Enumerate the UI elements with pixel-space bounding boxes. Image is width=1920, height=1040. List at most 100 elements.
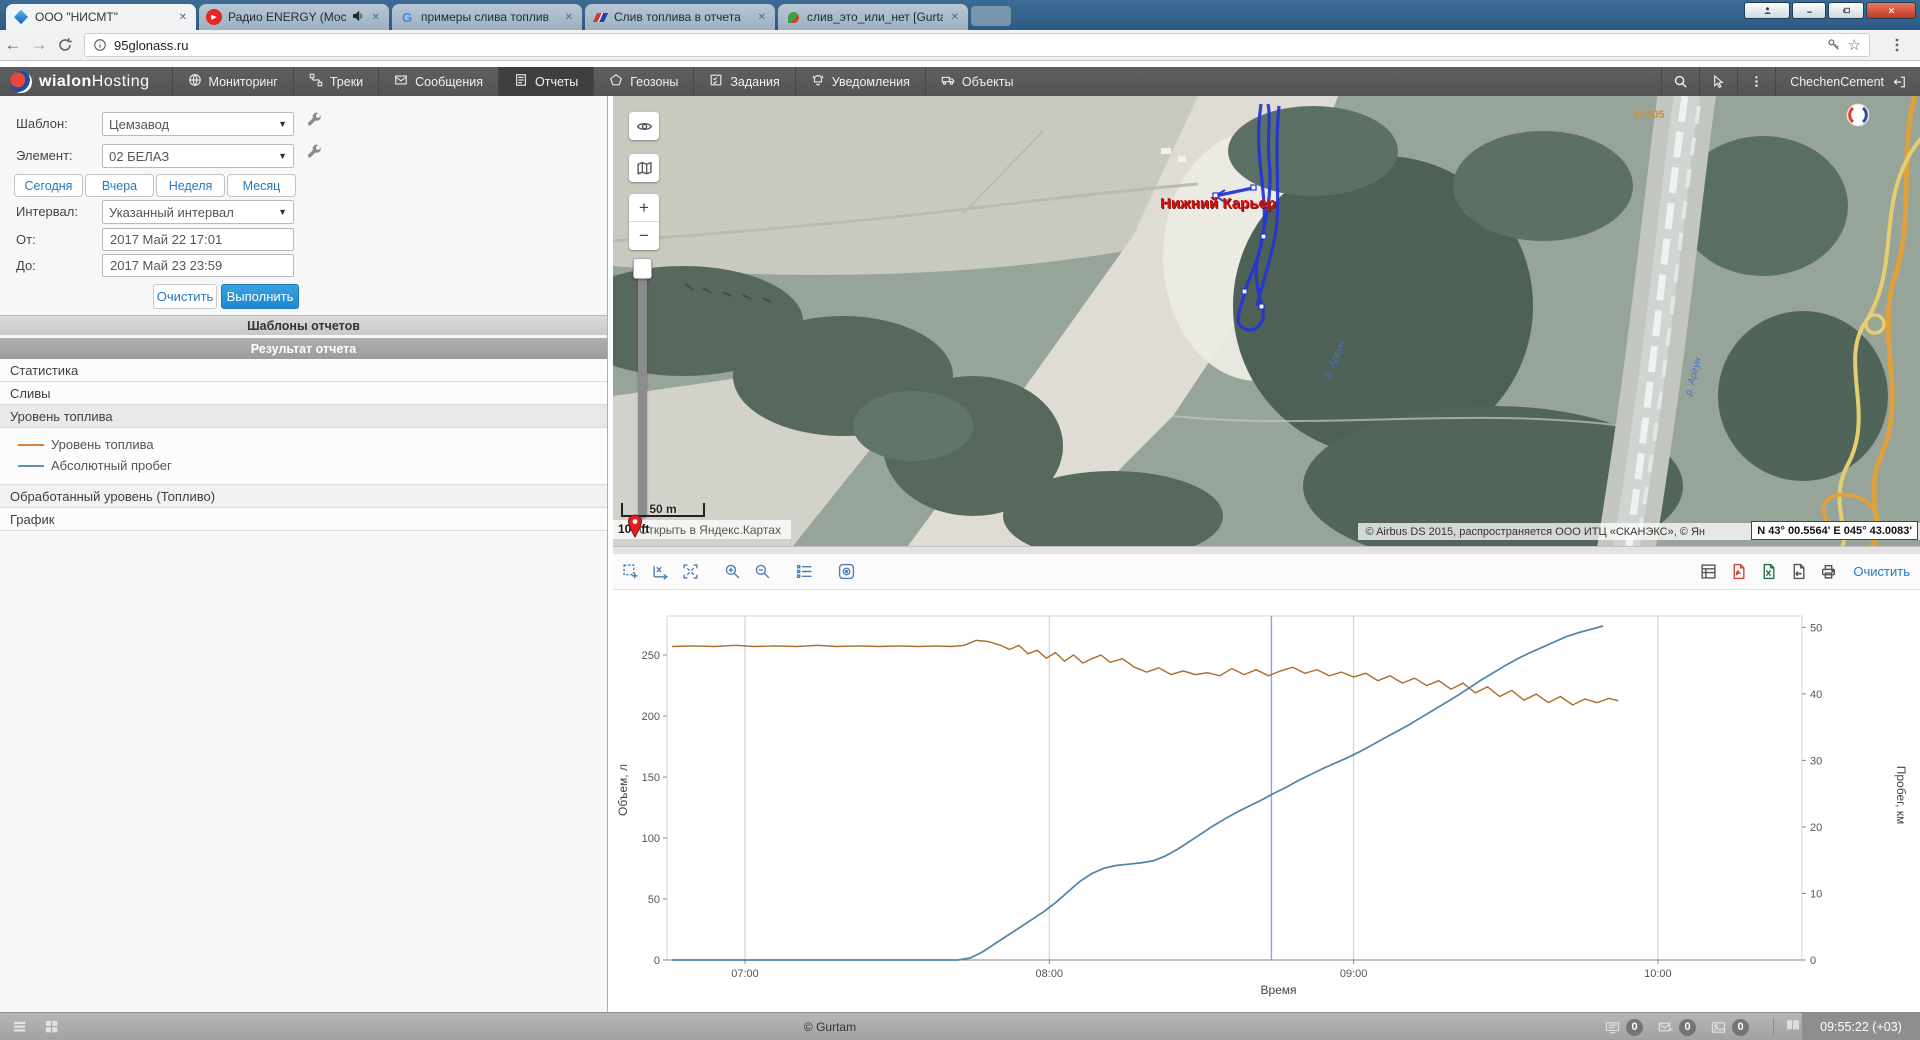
zoom-x-icon[interactable]	[647, 560, 673, 584]
more-menu-icon[interactable]	[1737, 67, 1775, 96]
clear-form-button[interactable]: Очистить	[153, 284, 217, 309]
template-select[interactable]: Цемзавод▼	[102, 112, 294, 136]
zoom-in-icon[interactable]	[719, 560, 745, 584]
zoom-select-icon[interactable]	[617, 560, 643, 584]
notification-counters: 000	[1604, 1019, 1763, 1036]
reload-icon[interactable]	[52, 32, 78, 58]
excel-icon[interactable]	[1755, 560, 1781, 584]
chart-tools-right: Очистить	[1691, 560, 1910, 584]
yandex-logo-icon[interactable]	[1847, 104, 1869, 126]
key-icon[interactable]	[1827, 38, 1841, 52]
monitor-message-icon	[1604, 1020, 1621, 1035]
right-axis-title: Пробег, км	[1894, 766, 1908, 824]
browser-tab[interactable]: ▶Радио ENERGY (Мос✕	[199, 4, 389, 30]
nav-item-уведомления[interactable]: Уведомления	[795, 67, 925, 96]
report-row[interactable]: Обработанный уровень (Топливо)	[0, 485, 607, 508]
nav-item-геозоны[interactable]: Геозоны	[593, 67, 693, 96]
zoom-in-button[interactable]: +	[629, 194, 659, 222]
forward-icon[interactable]: →	[26, 32, 52, 58]
bookmark-star-icon[interactable]: ☆	[1848, 36, 1861, 54]
tab-title: примеры слива топлив	[421, 10, 557, 24]
pen-favicon	[592, 9, 608, 25]
interval-value: Указанный интервал	[109, 205, 234, 220]
user-menu[interactable]: ChechenCement	[1775, 67, 1920, 96]
new-tab-button[interactable]	[971, 6, 1011, 26]
map-canvas[interactable]: Нижний Карьер Р-305 р. Аргун р. Аргун	[613, 96, 1920, 546]
browser-tab[interactable]: ООО "НИСМТ"✕	[6, 4, 196, 30]
chart-clear-link[interactable]: Очистить	[1853, 564, 1910, 579]
zoom-slider-handle[interactable]	[633, 258, 652, 279]
report-row[interactable]: График	[0, 508, 607, 531]
quick-interval-buttons: СегодняВчераНеделяМесяц	[14, 174, 296, 197]
pdf-icon[interactable]	[1725, 560, 1751, 584]
search-icon[interactable]	[1661, 67, 1699, 96]
site-info-icon[interactable]	[93, 38, 107, 52]
legend-item: Абсолютный пробег	[0, 455, 607, 476]
fit-icon[interactable]	[677, 560, 703, 584]
unit-label: Элемент:	[16, 148, 73, 163]
chart-area[interactable]: 07:0008:0009:0010:0005010015020025001020…	[613, 590, 1920, 1012]
profile-button[interactable]	[1744, 2, 1790, 19]
print-icon[interactable]	[1815, 560, 1841, 584]
fuel-chart[interactable]: 07:0008:0009:0010:0005010015020025001020…	[613, 590, 1920, 1012]
map-view[interactable]: Нижний Карьер Р-305 р. Аргун р. Аргун + …	[613, 96, 1920, 546]
url-box[interactable]: ☆	[84, 33, 1870, 57]
browser-tab[interactable]: Слив топлива в отчета✕	[585, 4, 775, 30]
report-table-icon[interactable]	[1695, 560, 1721, 584]
minimize-button[interactable]	[1792, 2, 1826, 19]
nav-item-объекты[interactable]: Объекты	[925, 67, 1029, 96]
maximize-button[interactable]	[1828, 2, 1864, 19]
tab-close-icon[interactable]: ✕	[949, 12, 961, 23]
legend-swatch	[18, 444, 44, 446]
tab-close-icon[interactable]: ✕	[756, 12, 768, 23]
export-icon[interactable]	[1785, 560, 1811, 584]
nav-item-задания[interactable]: Задания	[693, 67, 794, 96]
layout-grid-icon[interactable]	[38, 1017, 64, 1037]
browser-menu-icon[interactable]	[1884, 32, 1910, 58]
nav-item-треки[interactable]: Треки	[293, 67, 378, 96]
zoom-out-button[interactable]: −	[629, 222, 659, 250]
quick-interval-button[interactable]: Неделя	[156, 174, 225, 197]
legend-label: Уровень топлива	[51, 437, 154, 452]
legend-list-icon[interactable]	[791, 560, 817, 584]
apps-grid-icon[interactable]	[6, 1017, 32, 1037]
quick-interval-button[interactable]: Месяц	[227, 174, 296, 197]
tab-close-icon[interactable]: ✕	[563, 12, 575, 23]
map-layers-button[interactable]	[629, 154, 659, 182]
report-templates-header[interactable]: Шаблоны отчетов	[0, 315, 607, 335]
execute-button[interactable]: Выполнить	[221, 284, 299, 309]
logout-icon[interactable]	[1892, 75, 1906, 89]
report-row[interactable]: Уровень топлива	[0, 405, 607, 428]
x-tick-label: 09:00	[1340, 968, 1368, 980]
reports-icon	[514, 73, 528, 90]
report-result-header[interactable]: Результат отчета	[0, 338, 607, 359]
report-row[interactable]: Статистика	[0, 359, 607, 382]
browser-tab[interactable]: слив_это_или_нет [Gurta✕	[778, 4, 968, 30]
browser-tab[interactable]: Gпримеры слива топлив✕	[392, 4, 582, 30]
tracking-icon[interactable]	[833, 560, 859, 584]
nav-item-сообщения[interactable]: Сообщения	[378, 67, 498, 96]
quick-interval-button[interactable]: Сегодня	[14, 174, 83, 197]
quick-interval-button[interactable]: Вчера	[85, 174, 154, 197]
unit-select[interactable]: 02 БЕЛАЗ▼	[102, 144, 294, 168]
nav-item-отчеты[interactable]: Отчеты	[498, 67, 593, 96]
visibility-eye-button[interactable]	[629, 112, 659, 140]
unit-settings-icon[interactable]	[306, 144, 323, 161]
from-input[interactable]	[102, 228, 294, 251]
log-book-icon[interactable]	[1784, 1018, 1802, 1037]
close-button[interactable]	[1866, 2, 1916, 19]
interval-select[interactable]: Указанный интервал▼	[102, 200, 294, 224]
back-icon[interactable]: ←	[0, 32, 26, 58]
zoom-out-icon[interactable]	[749, 560, 775, 584]
pointer-tool-icon[interactable]	[1699, 67, 1737, 96]
tab-close-icon[interactable]: ✕	[177, 12, 189, 23]
url-input[interactable]	[114, 38, 1820, 53]
diamond-favicon	[13, 9, 29, 25]
map-chart-splitter[interactable]	[613, 546, 1920, 554]
zoom-slider-track[interactable]	[638, 264, 647, 518]
template-settings-icon[interactable]	[306, 112, 323, 129]
nav-item-мониторинг[interactable]: Мониторинг	[172, 67, 293, 96]
to-input[interactable]	[102, 254, 294, 277]
tab-close-icon[interactable]: ✕	[370, 12, 382, 23]
report-row[interactable]: Сливы	[0, 382, 607, 405]
